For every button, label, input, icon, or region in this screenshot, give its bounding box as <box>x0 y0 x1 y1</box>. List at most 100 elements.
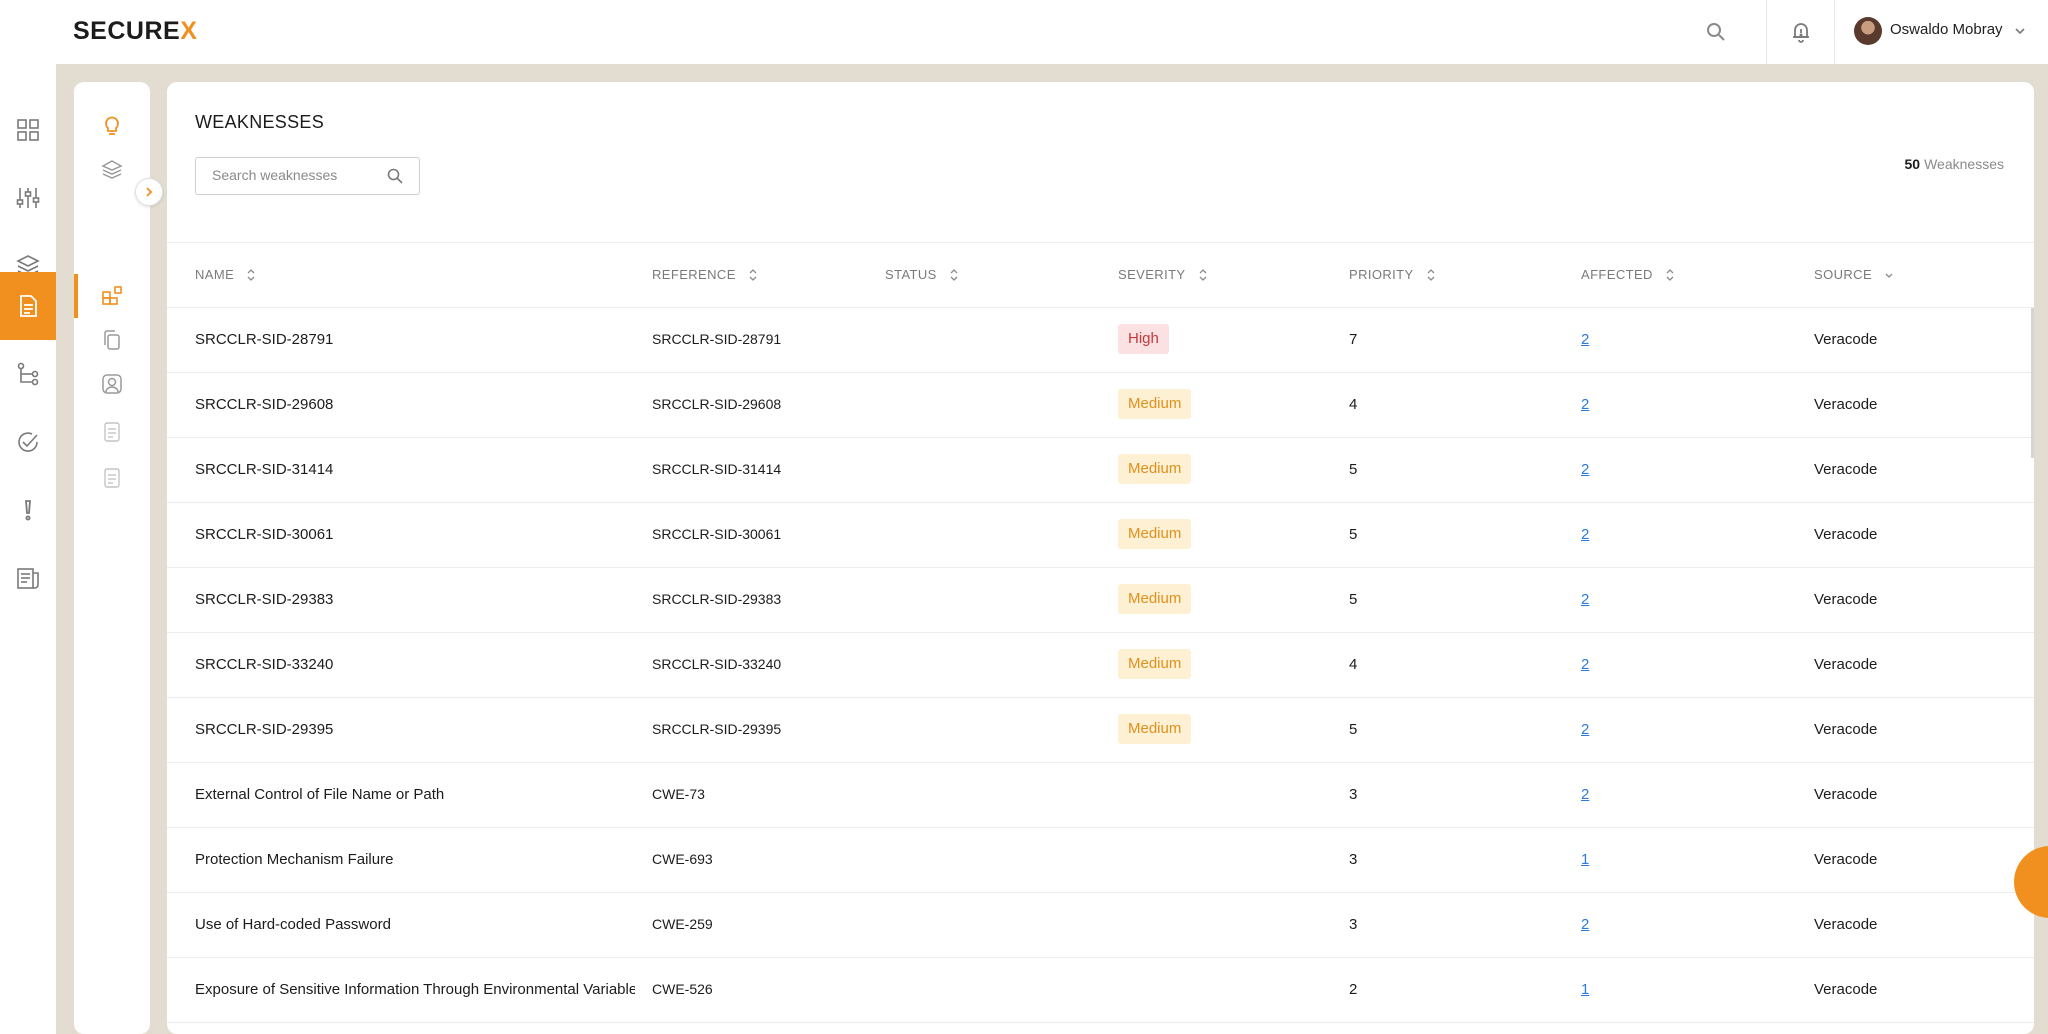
source-value: Veracode <box>1814 851 1878 868</box>
subnav-file-a[interactable] <box>74 410 150 454</box>
header-divider <box>1834 0 1835 64</box>
severity-badge: Medium <box>1118 584 1192 614</box>
bell-alert-icon[interactable] <box>1787 18 1815 46</box>
scrollbar-thumb[interactable] <box>2031 308 2034 458</box>
priority-value: 3 <box>1349 786 1358 803</box>
sort-icon[interactable] <box>1426 268 1436 282</box>
column-header-label: STATUS <box>885 267 937 282</box>
table-row[interactable]: SRCCLR-SID-33240 SRCCLR-SID-33240 Medium 4 2… <box>167 633 2034 698</box>
user-portrait-icon <box>102 374 122 394</box>
table-row[interactable]: Protection Mechanism Failure CWE-693 3 1 Ver… <box>167 828 2034 893</box>
affected-link[interactable]: 2 <box>1581 916 1589 933</box>
header-divider <box>1766 0 1767 64</box>
column-header-reference[interactable]: REFERENCE <box>652 267 758 282</box>
weakness-reference: SRCCLR-SID-29395 <box>652 721 782 737</box>
weakness-name: Use of Hard-coded Password <box>195 916 391 933</box>
column-header-affected[interactable]: AFFECTED <box>1581 267 1675 282</box>
sort-icon[interactable] <box>949 268 959 282</box>
column-header-label: SEVERITY <box>1118 267 1186 282</box>
sliders-icon <box>16 188 40 208</box>
search-field[interactable] <box>195 157 420 195</box>
table-row[interactable]: SRCCLR-SID-30061 SRCCLR-SID-30061 Medium 5 2… <box>167 503 2034 568</box>
column-header-priority[interactable]: PRIORITY <box>1349 267 1436 282</box>
subnav-weaknesses[interactable] <box>74 274 150 318</box>
subnav-insights[interactable] <box>74 104 150 148</box>
nav-reports[interactable] <box>0 544 56 612</box>
file-text-icon <box>104 422 120 442</box>
nav-tasks[interactable] <box>0 408 56 476</box>
table-row[interactable]: SRCCLR-SID-29608 SRCCLR-SID-29608 Medium 4 2… <box>167 373 2034 438</box>
weakness-name: Protection Mechanism Failure <box>195 851 394 868</box>
chevron-down-icon[interactable] <box>2013 24 2027 38</box>
weakness-reference: SRCCLR-SID-28791 <box>652 331 782 347</box>
search-icon[interactable] <box>1704 20 1728 44</box>
avatar[interactable] <box>1854 17 1882 45</box>
expand-panel-button[interactable] <box>135 178 163 206</box>
source-value: Veracode <box>1814 786 1878 803</box>
column-header-label: AFFECTED <box>1581 267 1653 282</box>
chevron-right-icon <box>146 187 153 197</box>
table-row[interactable]: Exposure of Sensitive Information Throug… <box>167 958 2034 1023</box>
severity-badge: Medium <box>1118 714 1192 744</box>
user-name[interactable]: Oswaldo Mobray <box>1890 21 2003 38</box>
weakness-name: SRCCLR-SID-31414 <box>195 461 334 478</box>
column-header-label: PRIORITY <box>1349 267 1414 282</box>
nav-dashboard[interactable] <box>0 96 56 164</box>
sort-icon[interactable] <box>748 268 758 282</box>
priority-value: 7 <box>1349 331 1358 348</box>
weakness-count: 50 Weaknesses <box>1904 156 2004 172</box>
page-title: WEAKNESSES <box>195 112 325 132</box>
table-row[interactable]: Use of Hard-coded Password CWE-259 3 2 Verac… <box>167 893 2034 958</box>
priority-value: 3 <box>1349 916 1358 933</box>
affected-link[interactable]: 2 <box>1581 396 1589 413</box>
check-circle-icon <box>18 432 38 452</box>
column-header-label: NAME <box>195 267 235 282</box>
nav-documents[interactable] <box>0 272 56 340</box>
column-header-severity[interactable]: SEVERITY <box>1118 267 1208 282</box>
source-value: Veracode <box>1814 591 1878 608</box>
subnav-users[interactable] <box>74 362 150 406</box>
table-row[interactable]: SRCCLR-SID-31414 SRCCLR-SID-31414 Medium 5 2… <box>167 438 2034 503</box>
subnav-file-b[interactable] <box>74 456 150 500</box>
source-value: Veracode <box>1814 396 1878 413</box>
sort-icon[interactable] <box>1198 268 1208 282</box>
blocks-icon <box>102 286 122 305</box>
table-row[interactable]: SRCCLR-SID-28791 SRCCLR-SID-28791 High 7 2 Ve… <box>167 308 2034 373</box>
table-row[interactable]: SRCCLR-SID-29383 SRCCLR-SID-29383 Medium 5 2… <box>167 568 2034 633</box>
table-header: NAME REFERENCE STATUS SEVERITY PRIORITY AFFEC… <box>167 242 2034 308</box>
priority-value: 2 <box>1349 981 1358 998</box>
affected-link[interactable]: 2 <box>1581 331 1589 348</box>
affected-link[interactable]: 1 <box>1581 981 1589 998</box>
priority-value: 4 <box>1349 396 1358 413</box>
search-input[interactable] <box>212 167 372 183</box>
affected-link[interactable]: 2 <box>1581 786 1589 803</box>
weakness-reference: SRCCLR-SID-31414 <box>652 461 782 477</box>
nav-alerts[interactable] <box>0 476 56 544</box>
search-icon[interactable] <box>386 167 404 185</box>
column-header-status[interactable]: STATUS <box>885 267 959 282</box>
severity-badge: Medium <box>1118 519 1192 549</box>
table-row[interactable]: External Control of File Name or Path CWE… <box>167 763 2034 828</box>
affected-link[interactable]: 2 <box>1581 461 1589 478</box>
sort-down-icon[interactable] <box>1884 268 1894 282</box>
weakness-reference: SRCCLR-SID-29608 <box>652 396 782 412</box>
column-header-name[interactable]: NAME <box>195 267 256 282</box>
weakness-reference: SRCCLR-SID-33240 <box>652 656 782 672</box>
column-header-source[interactable]: SOURCE <box>1814 267 1894 282</box>
report-icon <box>17 568 39 589</box>
affected-link[interactable]: 1 <box>1581 851 1589 868</box>
affected-link[interactable]: 2 <box>1581 721 1589 738</box>
nav-settings[interactable] <box>0 164 56 232</box>
app-logo[interactable]: SECUREX <box>73 17 197 46</box>
subnav-copies[interactable] <box>74 318 150 362</box>
top-header: SECUREX Oswaldo Mobray <box>0 0 2048 64</box>
sort-icon[interactable] <box>1665 268 1675 282</box>
affected-link[interactable]: 2 <box>1581 526 1589 543</box>
sort-icon[interactable] <box>246 268 256 282</box>
nav-workflows[interactable] <box>0 340 56 408</box>
affected-link[interactable]: 2 <box>1581 591 1589 608</box>
priority-value: 3 <box>1349 851 1358 868</box>
affected-link[interactable]: 2 <box>1581 656 1589 673</box>
table-row[interactable]: SRCCLR-SID-29395 SRCCLR-SID-29395 Medium 5 2… <box>167 698 2034 763</box>
weakness-name: Exposure of Sensitive Information Throug… <box>195 981 635 998</box>
